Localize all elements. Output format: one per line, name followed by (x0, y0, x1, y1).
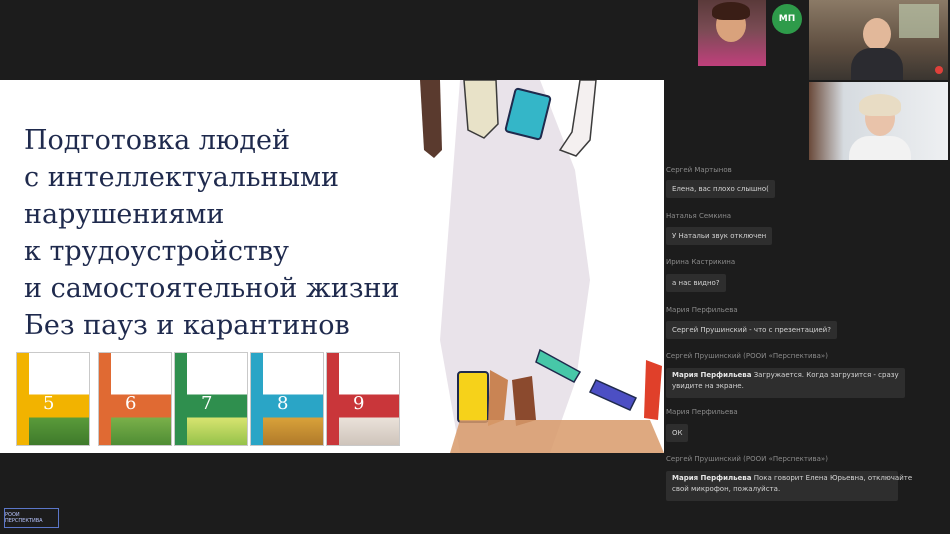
chat-message-text: Загружается. Когда загрузится - сразу (751, 371, 899, 379)
participant-initials: МП (778, 14, 796, 24)
chat-message: ОК (666, 424, 689, 442)
book-spine (327, 353, 339, 445)
book-spine (99, 353, 111, 445)
chat-sender-name: Ирина Кастрикина (666, 258, 736, 266)
textbook-covers: 5 6 7 8 9 (16, 352, 400, 446)
participant-2-window (899, 4, 939, 38)
chat-sender-name: Мария Перфильева (666, 306, 738, 314)
organization-logo-text: РООИ ПЕРСПЕКТИВА (5, 512, 43, 524)
participant-1-hair (712, 2, 750, 20)
participant-avatar[interactable]: МП (772, 4, 802, 34)
chat-sender-name: Сергей Прушинский (РООИ «Перспектива») (666, 455, 828, 463)
chat-message: Мария Перфильева Пока говорит Елена Юрье… (666, 471, 912, 501)
slide-title-line: нарушениями (24, 199, 225, 230)
video-tile-participant-1[interactable] (698, 0, 766, 66)
chat-message-text: Пока говорит Елена Юрьевна, отключайте (751, 474, 913, 482)
chat-sender-name: Наталья Семкина (666, 212, 732, 220)
mic-muted-icon (935, 66, 943, 74)
chat-message: Сергей Прушинский - что с презентацией? (666, 321, 837, 339)
textbook-cover-7: 7 (174, 352, 248, 446)
hands-illustration (420, 80, 664, 453)
chat-sender-name: Сергей Мартынов (666, 166, 732, 174)
book-grade-number: 6 (125, 393, 137, 414)
book-cover-art (339, 353, 399, 445)
book-grade-number: 8 (277, 393, 289, 414)
shared-presentation-slide: Подготовка людей с интеллектуальными нар… (0, 80, 664, 453)
book-spine (251, 353, 263, 445)
book-cover-art (187, 353, 247, 445)
slide-title: Подготовка людей с интеллектуальными нар… (24, 122, 400, 344)
chat-message: У Натальи звук отключен (666, 227, 773, 245)
slide-title-line: и самостоятельной жизни (24, 273, 400, 304)
chat-message: Мария Перфильева Загружается. Когда загр… (666, 368, 905, 398)
chat-message: а нас видно? (666, 274, 726, 292)
participant-2-body (851, 48, 903, 80)
chat-mention: Мария Перфильева (672, 474, 752, 482)
book-grade-number: 5 (43, 393, 55, 414)
chat-message-text: увидите на экране. (672, 382, 744, 390)
participant-3-hair (859, 94, 901, 116)
chat-sender-name: Мария Перфильева (666, 408, 738, 416)
slide-title-line: к трудоустройству (24, 236, 290, 267)
slide-title-line: Подготовка людей (24, 125, 291, 156)
participant-2-face (863, 18, 891, 50)
participant-3-body (849, 136, 911, 160)
textbook-cover-8: 8 (250, 352, 324, 446)
book-cover-art (263, 353, 323, 445)
book-cover-art (111, 353, 171, 445)
chat-sender-name: Сергей Прушинский (РООИ «Перспектива») (666, 352, 828, 360)
book-grade-number: 7 (201, 393, 213, 414)
textbook-cover-9: 9 (326, 352, 400, 446)
book-spine (17, 353, 29, 445)
textbook-cover-6: 6 (98, 352, 172, 446)
chat-message-text: свой микрофон, пожалуйста. (672, 485, 781, 493)
textbook-cover-5: 5 (16, 352, 90, 446)
video-tile-participant-2[interactable] (809, 0, 948, 80)
book-grade-number: 9 (353, 393, 365, 414)
book-spine (175, 353, 187, 445)
slide-title-line: с интеллектуальными (24, 162, 340, 193)
organization-logo: РООИ ПЕРСПЕКТИВА (4, 508, 59, 528)
chat-mention: Мария Перфильева (672, 371, 752, 379)
book-cover-art (29, 353, 89, 445)
chat-message: Елена, вас плохо слышно( (666, 180, 775, 198)
video-tile-participant-3[interactable] (809, 82, 948, 160)
slide-title-line: Без пауз и карантинов (24, 310, 350, 341)
chat-panel[interactable]: Сергей Мартынов Елена, вас плохо слышно(… (664, 160, 950, 534)
